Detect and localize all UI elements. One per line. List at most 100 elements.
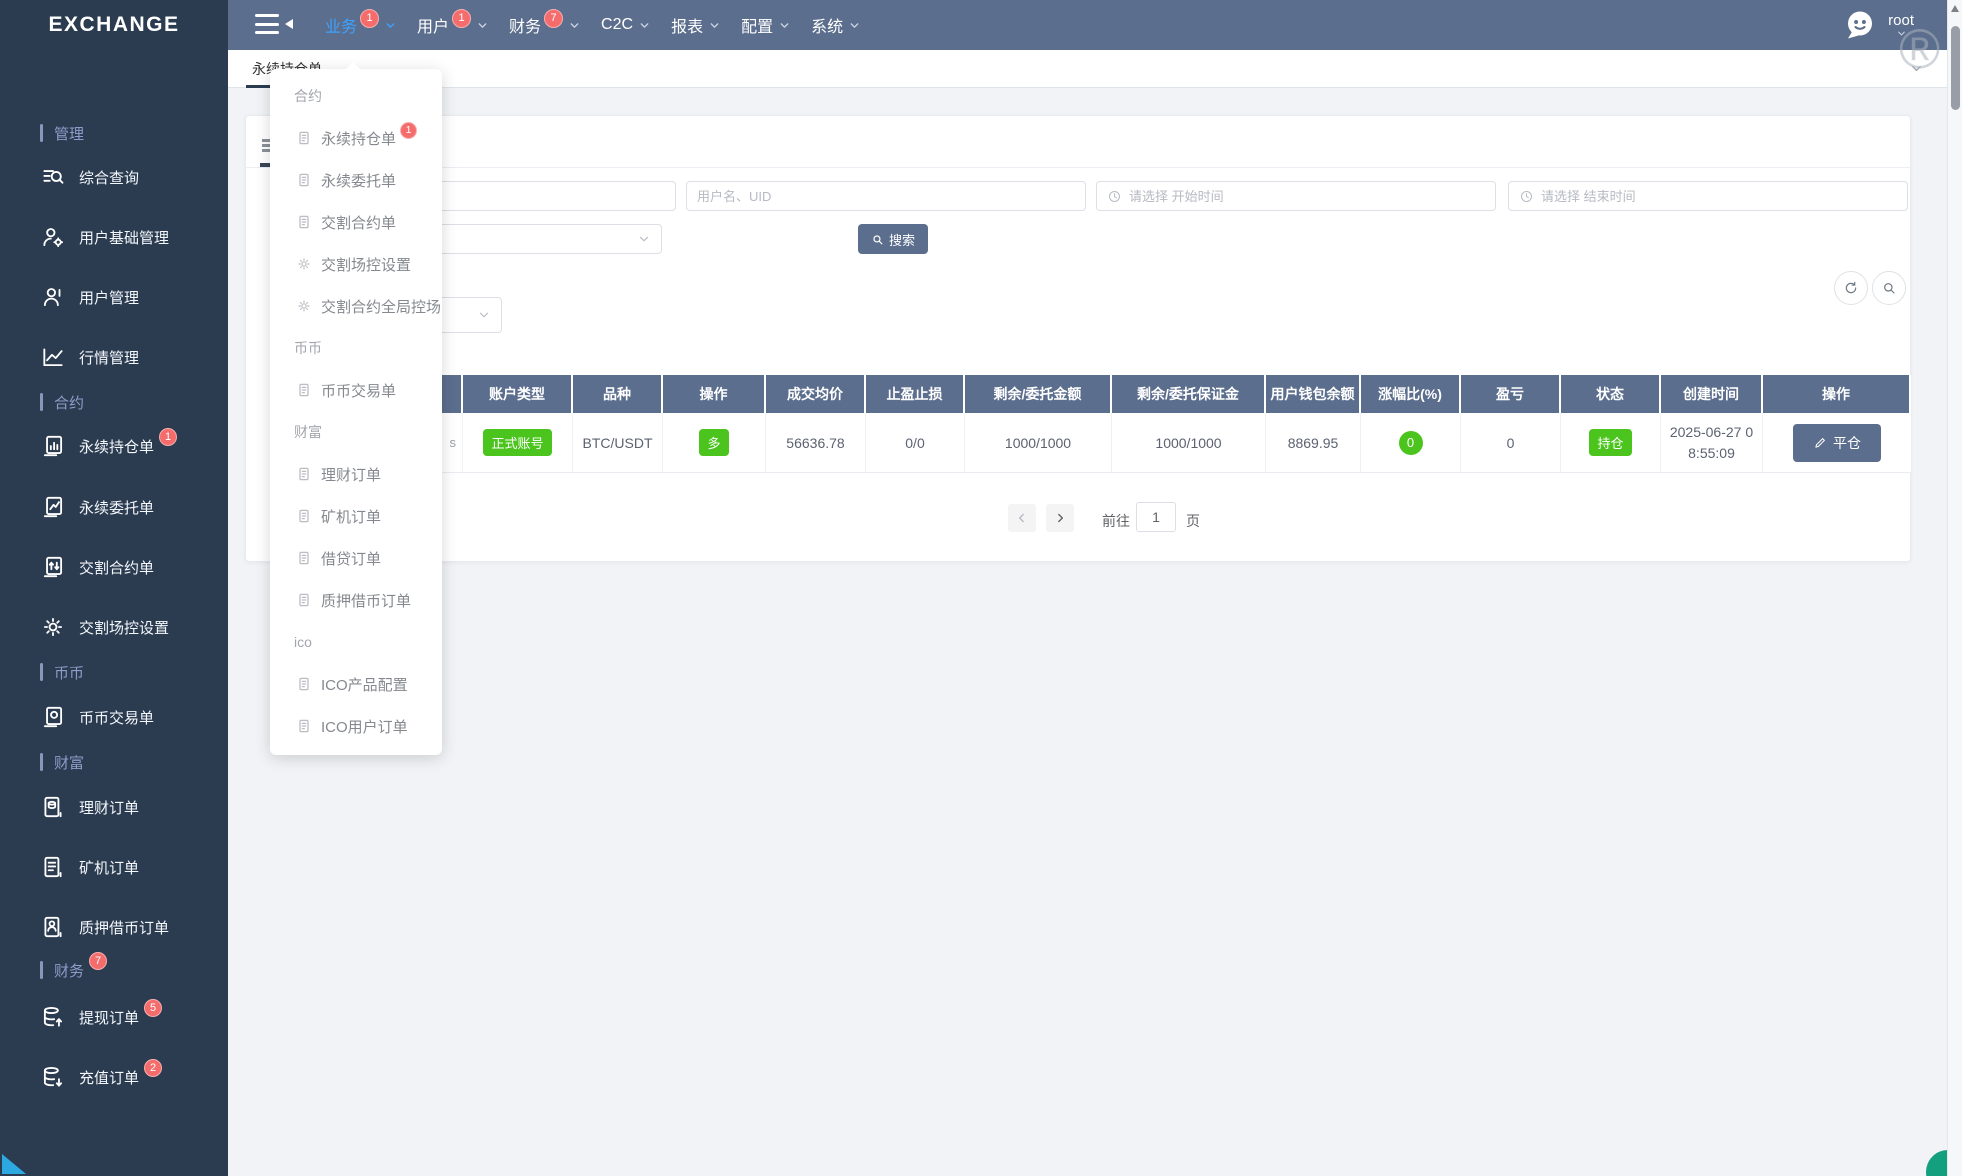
- sidebar-item[interactable]: 综合查询: [0, 155, 228, 199]
- table-header-cell: 用户钱包余额: [1266, 375, 1361, 413]
- nav-item[interactable]: 财务 7: [509, 13, 581, 37]
- sidebar-item-label: 永续持仓单: [79, 436, 154, 457]
- scrollbar-thumb[interactable]: [1951, 26, 1960, 110]
- doc-chart-icon: [40, 433, 66, 459]
- dropdown-item: 币币: [270, 327, 442, 369]
- sidebar-item: 财务 7: [0, 948, 228, 992]
- nav-item[interactable]: C2C: [601, 16, 651, 34]
- notification-badge: 7: [89, 952, 107, 970]
- notification-badge: 1: [452, 9, 471, 28]
- next-page-button[interactable]: [1046, 504, 1074, 532]
- sidebar-item[interactable]: 永续持仓单 1: [0, 424, 228, 468]
- start-time-picker[interactable]: [1096, 181, 1496, 211]
- dropdown-item[interactable]: 质押借币订单: [270, 579, 442, 621]
- scrollbar-up-arrow[interactable]: [1951, 5, 1959, 12]
- dropdown-item-label: 矿机订单: [321, 506, 381, 527]
- chevron-down-icon: [848, 19, 861, 32]
- sidebar-item[interactable]: 充值订单 2: [0, 1055, 228, 1099]
- start-time-input[interactable]: [1129, 189, 1485, 204]
- dropdown-item-label: 币币交易单: [321, 380, 396, 401]
- avatar: [1842, 7, 1878, 43]
- notification-badge: 7: [544, 9, 563, 28]
- dropdown-item-label: 理财订单: [321, 464, 381, 485]
- table-header-cell: 操作: [663, 375, 766, 413]
- clock-icon: [1107, 189, 1122, 204]
- nav-item[interactable]: 报表: [671, 13, 721, 37]
- doc-icon: [296, 676, 312, 692]
- scrollbar[interactable]: [1947, 0, 1962, 1176]
- table-header-cell: 剩余/委托保证金: [1112, 375, 1266, 413]
- doc-money-icon: [40, 794, 66, 820]
- page-number-input[interactable]: [1136, 502, 1176, 532]
- collapse-sidebar-button[interactable]: [255, 13, 299, 37]
- dropdown-item[interactable]: 借贷订单: [270, 537, 442, 579]
- dropdown-item[interactable]: 交割场控设置: [270, 243, 442, 285]
- sidebar-item[interactable]: 质押借币订单: [0, 905, 228, 949]
- username-uid-input[interactable]: [686, 181, 1086, 211]
- dropdown-item-label: 交割合约全局控场: [321, 296, 441, 317]
- dropdown-item[interactable]: 交割合约单: [270, 201, 442, 243]
- end-time-picker[interactable]: [1508, 181, 1908, 211]
- sidebar-item[interactable]: 用户管理: [0, 275, 228, 319]
- end-time-input[interactable]: [1541, 189, 1897, 204]
- pnl-cell: 0: [1461, 413, 1561, 472]
- dropdown-item[interactable]: 交割合约全局控场: [270, 285, 442, 327]
- refresh-icon: [1843, 280, 1859, 296]
- app-window: EXCHANGE 业务 1 用户 1 财务 7: [0, 0, 1962, 1176]
- table-header-cell: 创建时间: [1661, 375, 1763, 413]
- dropdown-item[interactable]: ICO用户订单: [270, 705, 442, 747]
- sidebar-item[interactable]: 交割场控设置: [0, 605, 228, 649]
- search-button[interactable]: 搜索: [858, 224, 928, 254]
- sidebar-item[interactable]: 行情管理: [0, 335, 228, 379]
- notification-badge: 2: [144, 1059, 162, 1077]
- prev-page-button[interactable]: [1008, 504, 1036, 532]
- sidebar-item[interactable]: 理财订单: [0, 785, 228, 829]
- table-header-cell: 止盈止损: [866, 375, 965, 413]
- created-at-cell: 2025-06-27 0 8:55:09: [1661, 413, 1763, 472]
- doc-icon: [296, 172, 312, 188]
- sidebar-item[interactable]: 用户基础管理: [0, 215, 228, 259]
- doc-icon: [296, 466, 312, 482]
- chevron-down-icon: [476, 19, 489, 32]
- hamburger-icon: [255, 14, 279, 17]
- main-nav: 业务 1 用户 1 财务 7 C2C 报表: [325, 0, 861, 50]
- doc-icon: [296, 592, 312, 608]
- search-list-icon: [40, 164, 66, 190]
- sidebar-item[interactable]: 永续委托单: [0, 485, 228, 529]
- dropdown-item[interactable]: 永续委托单: [270, 159, 442, 201]
- dropdown-item[interactable]: 币币交易单: [270, 369, 442, 411]
- nav-item[interactable]: 系统: [811, 13, 861, 37]
- table-header-cell: 操作: [1763, 375, 1911, 413]
- table-header-cell: 剩余/委托金额: [965, 375, 1112, 413]
- brand-logo: EXCHANGE: [0, 0, 228, 50]
- close-position-button[interactable]: 平仓: [1793, 424, 1881, 462]
- doc-person-icon: [40, 914, 66, 940]
- sidebar-item[interactable]: 币币交易单: [0, 695, 228, 739]
- nav-item[interactable]: 用户 1: [417, 13, 489, 37]
- sidebar-item-label: 永续委托单: [79, 497, 154, 518]
- dropdown-item[interactable]: ICO产品配置: [270, 663, 442, 705]
- notification-badge: 5: [144, 999, 162, 1017]
- table-header-cell: 盈亏: [1461, 375, 1561, 413]
- sidebar-item-label: 财务: [54, 960, 84, 981]
- dropdown-item[interactable]: 矿机订单: [270, 495, 442, 537]
- dropdown-item[interactable]: 理财订单: [270, 453, 442, 495]
- sidebar-item-label: 理财订单: [79, 797, 139, 818]
- search-icon: [1881, 280, 1897, 296]
- sidebar-item[interactable]: 提现订单 5: [0, 995, 228, 1039]
- chevron-down-icon: [384, 19, 397, 32]
- dropdown-item[interactable]: 永续持仓单 1: [270, 117, 442, 159]
- side-badge: 多: [699, 429, 728, 456]
- doc-arrows-icon: [40, 554, 66, 580]
- refresh-button[interactable]: [1834, 271, 1868, 305]
- column-search-button[interactable]: [1872, 271, 1906, 305]
- notification-badge: 1: [400, 122, 417, 139]
- doc-icon: [296, 550, 312, 566]
- sidebar-item-label: 质押借币订单: [79, 917, 169, 938]
- search-icon: [871, 233, 884, 246]
- nav-item[interactable]: 业务 1: [325, 13, 397, 37]
- sidebar-item[interactable]: 交割合约单: [0, 545, 228, 589]
- sidebar: 管理 综合查询 用户基础管理 用户管理 行情管理 合约: [0, 50, 228, 1176]
- sidebar-item[interactable]: 矿机订单: [0, 845, 228, 889]
- nav-item[interactable]: 配置: [741, 13, 791, 37]
